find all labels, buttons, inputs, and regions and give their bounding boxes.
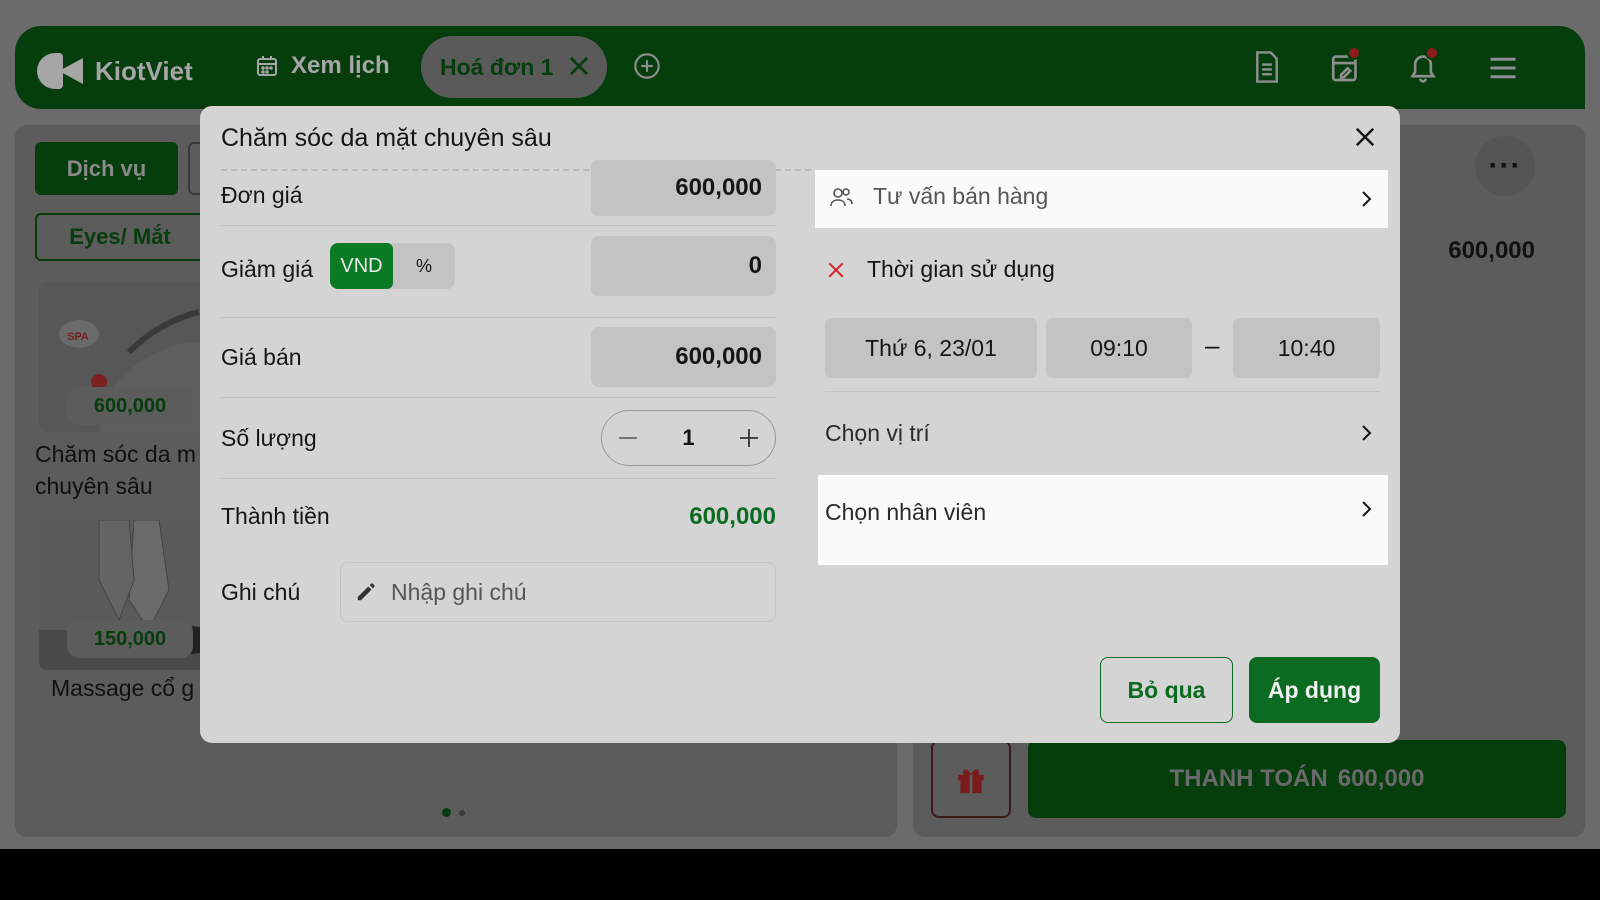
quantity-value[interactable]: 1 — [682, 425, 694, 451]
total-label: Thành tiền — [221, 503, 330, 529]
schedule-label: Xem lịch — [291, 52, 390, 79]
unit-price-input[interactable]: 600,000 — [591, 160, 776, 216]
notification-dot — [1425, 46, 1439, 60]
divider — [825, 391, 1380, 392]
note-row: Ghi chú Nhập ghi chú — [221, 562, 776, 624]
logo-icon — [37, 51, 83, 91]
add-tab-icon[interactable] — [633, 52, 661, 80]
sale-price-label: Giá bán — [221, 344, 302, 370]
page-dot[interactable] — [459, 809, 465, 816]
minus-icon[interactable] — [616, 426, 640, 450]
product-name-line[interactable]: Chăm sóc da m — [35, 438, 215, 470]
chevron-right-icon — [1362, 501, 1372, 517]
discount-unit-percent[interactable]: % — [393, 243, 455, 289]
quantity-label: Số lượng — [221, 425, 317, 451]
checkout-amount: 600,000 — [1337, 765, 1425, 792]
edit-calendar-button[interactable] — [1329, 46, 1361, 89]
sales-consultant-field: Tư vấn bán hàng — [829, 183, 1048, 210]
modal-title: Chăm sóc da mặt chuyên sâu — [221, 124, 552, 152]
calendar-icon — [257, 56, 277, 76]
discount-unit-toggle: VND % — [330, 243, 455, 289]
staff-row[interactable]: Chọn nhân viên — [818, 475, 1388, 565]
discount-row: Giảm giá VND % 0 — [221, 236, 776, 318]
top-bar: KiotViet Xem lịch Hoá đơn 1 — [15, 26, 1585, 109]
category-services-button[interactable]: Dịch vụ — [35, 142, 178, 195]
plus-icon[interactable] — [737, 426, 761, 450]
note-input[interactable]: Nhập ghi chú — [340, 562, 776, 622]
quantity-stepper: 1 — [601, 410, 776, 466]
chevron-right-icon — [1362, 425, 1372, 441]
tab-invoice-label: Hoá đơn 1 — [440, 53, 554, 80]
product-price-badge: 600,000 — [67, 387, 193, 425]
unit-price-row: Đơn giá 600,000 — [221, 160, 776, 226]
discount-unit-vnd[interactable]: VND — [330, 243, 393, 289]
note-label: Ghi chú — [221, 579, 301, 605]
apply-button[interactable]: Áp dụng — [1249, 657, 1380, 723]
pencil-icon — [357, 583, 375, 601]
staff-label: Chọn nhân viên — [825, 499, 987, 525]
sales-consultant-row[interactable]: Tư vấn bán hàng — [815, 170, 1388, 228]
gift-icon — [958, 769, 984, 794]
usage-time-label: Thời gian sử dụng — [867, 256, 1055, 282]
users-icon — [830, 187, 853, 206]
discount-label: Giảm giá — [221, 256, 314, 282]
subcategory-eyes-button[interactable]: Eyes/ Mắt — [35, 213, 205, 261]
total-row: Thành tiền 600,000 — [221, 479, 776, 549]
note-placeholder: Nhập ghi chú — [391, 578, 527, 605]
close-x-icon[interactable] — [827, 261, 845, 279]
checkout-button[interactable]: THANH TOÁN 600,000 — [1028, 740, 1566, 818]
gift-button[interactable] — [931, 740, 1011, 818]
location-label: Chọn vị trí — [825, 420, 930, 446]
product-price-badge: 150,000 — [67, 620, 193, 658]
notifications-button[interactable] — [1407, 46, 1439, 89]
close-tab-icon[interactable] — [565, 52, 593, 80]
cart-line-price: 600,000 — [1448, 237, 1535, 264]
spa-label: SPA — [67, 331, 89, 343]
kiotviet-logo: KiotViet — [37, 51, 193, 91]
page-indicator — [442, 808, 465, 817]
more-options-button[interactable]: ··· — [1475, 136, 1535, 196]
sale-price-input[interactable]: 600,000 — [591, 327, 776, 387]
sales-consultant-label: Tư vấn bán hàng — [873, 183, 1049, 209]
location-row[interactable]: Chọn vị trí — [815, 396, 1388, 474]
start-time-picker[interactable]: 09:10 — [1046, 318, 1192, 378]
checkout-label: THANH TOÁN — [1169, 765, 1328, 792]
end-time-picker[interactable]: 10:40 — [1233, 318, 1380, 378]
usage-time-header: Thời gian sử dụng — [827, 256, 1055, 283]
chevron-right-icon — [1362, 191, 1372, 207]
schedule-button[interactable]: Xem lịch — [255, 52, 390, 80]
service-detail-modal: Chăm sóc da mặt chuyên sâu Đơn giá 600,0… — [200, 106, 1400, 743]
notification-dot — [1347, 46, 1361, 60]
tab-invoice-1[interactable]: Hoá đơn 1 — [421, 36, 607, 98]
discount-input[interactable]: 0 — [591, 236, 776, 296]
sale-price-row: Giá bán 600,000 — [221, 317, 776, 398]
date-picker[interactable]: Thứ 6, 23/01 — [825, 318, 1037, 378]
time-separator: – — [1205, 330, 1220, 360]
close-icon — [1355, 127, 1375, 147]
modal-close-button[interactable] — [1350, 122, 1380, 152]
total-value: 600,000 — [689, 503, 776, 530]
document-icon[interactable] — [1252, 50, 1282, 84]
page-dot-active[interactable] — [442, 808, 451, 817]
cancel-button[interactable]: Bỏ qua — [1100, 657, 1233, 723]
menu-icon[interactable] — [1488, 54, 1518, 82]
logo-text: KiotViet — [95, 55, 193, 86]
product-name-line[interactable]: chuyên sâu — [35, 470, 215, 502]
quantity-row: Số lượng 1 — [221, 398, 776, 479]
unit-price-label: Đơn giá — [221, 182, 303, 208]
